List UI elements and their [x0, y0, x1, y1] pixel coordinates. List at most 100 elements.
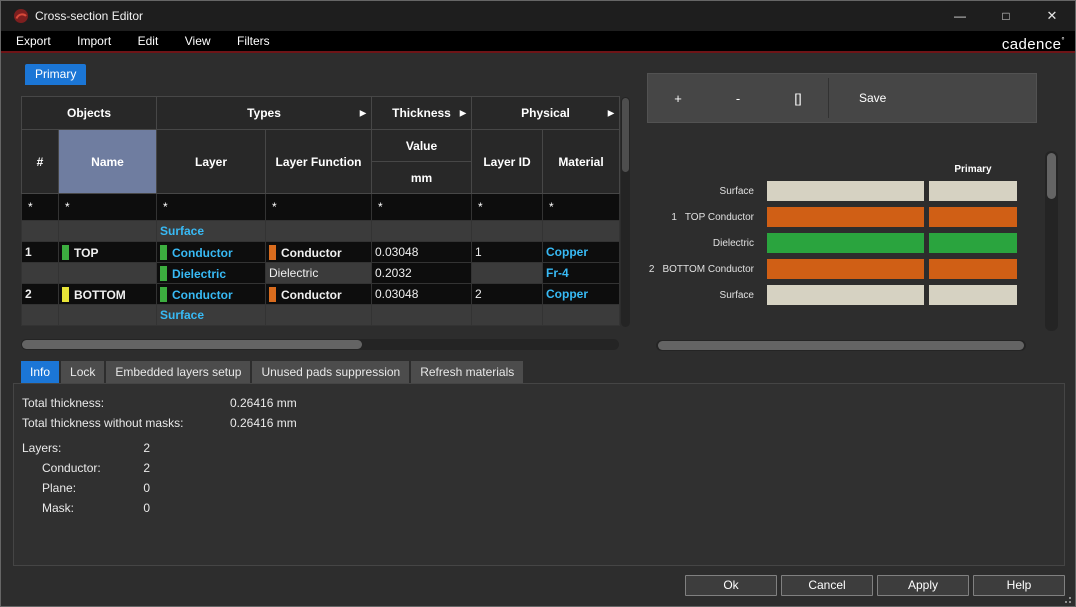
cell-layer-id[interactable] — [472, 263, 543, 284]
tab-refresh-materials[interactable]: Refresh materials — [411, 361, 523, 383]
tab-info[interactable]: Info — [21, 361, 59, 383]
resize-grip-icon[interactable] — [1062, 594, 1071, 603]
cell-value[interactable] — [372, 221, 472, 242]
cancel-button[interactable]: Cancel — [781, 575, 873, 596]
minimize-icon[interactable]: — — [937, 1, 983, 31]
cell-layer[interactable]: Surface — [157, 305, 266, 326]
cell-num[interactable] — [22, 263, 59, 284]
cell-value[interactable]: 0.2032 — [372, 263, 472, 284]
cell-name[interactable] — [59, 221, 157, 242]
col-header-material[interactable]: Material — [543, 130, 620, 194]
col-header-layer-id[interactable]: Layer ID — [472, 130, 543, 194]
col-header-value[interactable]: Value — [372, 130, 472, 162]
filter-layer[interactable]: * — [157, 194, 266, 221]
filter-num[interactable]: * — [22, 194, 59, 221]
group-header-physical[interactable]: Physical▶ — [472, 97, 620, 130]
cell-layer-id[interactable]: 1 — [472, 242, 543, 263]
preview-vertical-scrollbar[interactable] — [1045, 151, 1058, 331]
cell-name[interactable]: BOTTOM — [59, 284, 157, 305]
cell-layer[interactable]: Conductor — [157, 284, 266, 305]
cell-num[interactable] — [22, 221, 59, 242]
expand-arrow-icon[interactable]: ▶ — [460, 109, 466, 118]
cell-layer-id[interactable] — [472, 305, 543, 326]
preview-row-label: 2BOTTOM Conductor — [631, 259, 754, 279]
filter-material[interactable]: * — [543, 194, 620, 221]
col-header-name[interactable]: Name — [59, 130, 157, 194]
expand-button[interactable]: [] — [768, 91, 828, 106]
scrollbar-thumb[interactable] — [1047, 153, 1056, 199]
tab-lock[interactable]: Lock — [61, 361, 104, 383]
cell-value[interactable]: 0.03048 — [372, 242, 472, 263]
cell-value[interactable] — [372, 305, 472, 326]
apply-button[interactable]: Apply — [877, 575, 969, 596]
ok-button[interactable]: Ok — [685, 575, 777, 596]
cell-material[interactable]: Fr-4 — [543, 263, 620, 284]
tab-embedded-layers-setup[interactable]: Embedded layers setup — [106, 361, 250, 383]
col-header-layer[interactable]: Layer — [157, 130, 266, 194]
expand-arrow-icon[interactable]: ▶ — [608, 109, 614, 118]
cell-name[interactable] — [59, 305, 157, 326]
col-header-num[interactable]: # — [22, 130, 59, 194]
cell-name[interactable]: TOP — [59, 242, 157, 263]
close-icon[interactable]: ✕ — [1029, 1, 1075, 31]
group-header-thickness[interactable]: Thickness▶ — [372, 97, 472, 130]
info-label: Layers: — [22, 441, 61, 455]
table-vertical-scrollbar[interactable] — [621, 97, 630, 327]
cell-num[interactable]: 2 — [22, 284, 59, 305]
tab-unused-pads-suppression[interactable]: Unused pads suppression — [252, 361, 409, 383]
cell-layer[interactable]: Surface — [157, 221, 266, 242]
cell-material[interactable] — [543, 221, 620, 242]
add-layer-button[interactable]: + — [648, 91, 708, 106]
col-header-unit[interactable]: mm — [372, 162, 472, 194]
cell-name[interactable] — [59, 263, 157, 284]
info-value: 2 — [94, 441, 150, 455]
cell-layer-function[interactable]: Conductor — [266, 242, 372, 263]
menu-filters[interactable]: Filters — [226, 31, 281, 51]
bottom-tab-bar: Info Lock Embedded layers setup Unused p… — [21, 361, 523, 383]
cell-num[interactable] — [22, 305, 59, 326]
cell-layer-function[interactable]: Conductor — [266, 284, 372, 305]
preview-horizontal-scrollbar[interactable] — [656, 340, 1026, 351]
filter-name[interactable]: * — [59, 194, 157, 221]
layer-color-chip — [62, 245, 69, 260]
cell-value[interactable]: 0.03048 — [372, 284, 472, 305]
cell-layer-id[interactable] — [472, 221, 543, 242]
filter-value[interactable]: * — [372, 194, 472, 221]
menu-export[interactable]: Export — [5, 31, 62, 51]
preview-bar-top-conductor-primary — [929, 207, 1017, 227]
expand-arrow-icon[interactable]: ▶ — [360, 109, 366, 118]
cell-layer[interactable]: Dielectric — [157, 263, 266, 284]
filter-layer-id[interactable]: * — [472, 194, 543, 221]
tab-primary[interactable]: Primary — [25, 64, 86, 85]
menu-view[interactable]: View — [174, 31, 222, 51]
cross-section-editor-window: Cross-section Editor — □ ✕ Export Import… — [0, 0, 1076, 607]
table-horizontal-scrollbar[interactable] — [21, 339, 619, 350]
cell-material[interactable] — [543, 305, 620, 326]
scrollbar-thumb[interactable] — [622, 98, 629, 172]
cell-layer-function[interactable]: Dielectric — [266, 263, 372, 284]
help-button[interactable]: Help — [973, 575, 1065, 596]
save-button[interactable]: Save — [859, 91, 886, 105]
cell-layer-function[interactable] — [266, 221, 372, 242]
maximize-icon[interactable]: □ — [983, 1, 1029, 31]
scrollbar-thumb[interactable] — [22, 340, 362, 349]
preview-column-header: Primary — [929, 164, 1017, 175]
scrollbar-thumb[interactable] — [658, 341, 1024, 350]
col-header-layer-function[interactable]: Layer Function — [266, 130, 372, 194]
menu-import[interactable]: Import — [66, 31, 122, 51]
group-header-objects[interactable]: Objects — [22, 97, 157, 130]
cell-material[interactable]: Copper — [543, 242, 620, 263]
remove-layer-button[interactable]: - — [708, 91, 768, 106]
cell-material[interactable]: Copper — [543, 284, 620, 305]
filter-layer-function[interactable]: * — [266, 194, 372, 221]
menu-bar: Export Import Edit View Filters cadence — [1, 31, 1075, 53]
cell-layer[interactable]: Conductor — [157, 242, 266, 263]
preview-row-label: Surface — [631, 181, 754, 201]
preview-bar-dielectric-primary — [929, 233, 1017, 253]
cell-layer-id[interactable]: 2 — [472, 284, 543, 305]
cell-num[interactable]: 1 — [22, 242, 59, 263]
menu-edit[interactable]: Edit — [127, 31, 170, 51]
group-header-types[interactable]: Types▶ — [157, 97, 372, 130]
table-row: Surface — [22, 305, 620, 326]
cell-layer-function[interactable] — [266, 305, 372, 326]
